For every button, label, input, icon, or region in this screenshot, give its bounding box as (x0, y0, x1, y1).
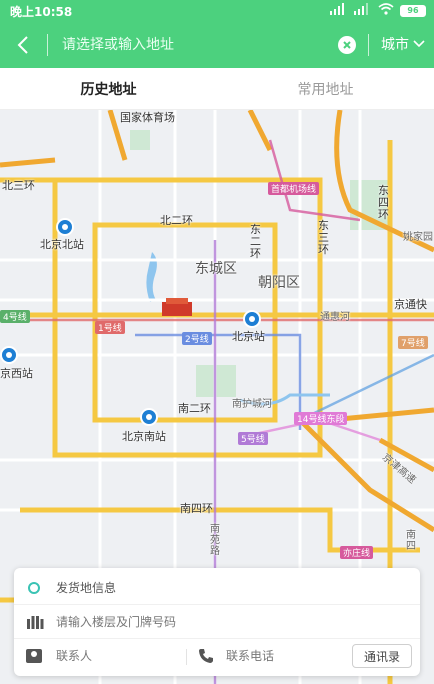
map-label-line-5: 5号线 (238, 432, 268, 445)
search-input[interactable] (62, 32, 332, 58)
wifi-icon (378, 3, 394, 18)
station-icon[interactable] (0, 346, 18, 364)
map-label-line-4: 4号线 (0, 310, 30, 323)
origin-label: 发货地信息 (56, 581, 117, 595)
map-label-north-2nd-ring: 北二环 (160, 214, 193, 227)
shipment-info-card: 发货地信息 通讯录 (14, 568, 420, 676)
map-label-beijing-station: 北京站 (232, 330, 265, 343)
contacts-button[interactable]: 通讯录 (352, 644, 412, 668)
map-label-east-3rd-ring: 东三环 (318, 219, 329, 256)
floor-input[interactable] (56, 614, 356, 629)
row-divider (186, 649, 187, 665)
contact-row: 通讯录 (14, 639, 420, 673)
map-label-line-2: 2号线 (182, 332, 212, 345)
station-icon[interactable] (243, 310, 261, 328)
map-label-beijing-north-station: 北京北站 (40, 238, 84, 251)
tab-frequent[interactable]: 常用地址 (217, 68, 434, 109)
clear-button[interactable] (338, 36, 356, 54)
contact-icon (26, 649, 42, 663)
map-label-line-1: 1号线 (95, 321, 125, 334)
signal-icon-2 (354, 3, 372, 18)
map-label-beijing-south-station: 北京南站 (122, 430, 166, 443)
map-label-east-4th-ring: 东四环 (378, 184, 389, 221)
floor-row (14, 605, 420, 639)
map-label-tonghui-river: 通惠河 (320, 312, 350, 323)
map-label-south-4th-ring: 南四环 (180, 502, 213, 515)
map-label-north-3rd-ring: 北三环 (2, 179, 35, 192)
phone-input[interactable] (226, 649, 356, 663)
battery-icon: 96 (400, 4, 426, 17)
map-label-east-2nd-ring: 东二环 (250, 223, 261, 260)
tab-history[interactable]: 历史地址 (0, 68, 217, 109)
search-header: 城市 (0, 22, 434, 68)
station-icon[interactable] (140, 408, 158, 426)
address-tabs: 历史地址 常用地址 (0, 68, 434, 110)
status-icons: 96 (330, 3, 426, 18)
tiananmen-roof (166, 298, 188, 304)
close-icon (343, 41, 351, 49)
station-icon[interactable] (56, 218, 74, 236)
origin-marker-icon (28, 581, 40, 594)
phone-icon (199, 649, 213, 663)
map-label-airport-line: 首都机场线 (268, 182, 320, 195)
map-label-south-4th-road: 南四 (406, 530, 416, 552)
building-icon (27, 615, 44, 629)
map-label-stadium: 国家体育场 (120, 111, 175, 124)
map-label-line-14: 14号线东段 (294, 412, 348, 425)
map-label-line-7: 7号线 (398, 336, 428, 349)
city-selector[interactable]: 城市 (381, 34, 425, 54)
map-label-nanhucheng-river: 南护城河 (232, 399, 272, 410)
chevron-left-icon (17, 36, 28, 54)
park-area (130, 130, 150, 150)
map-label-chaoyang: 朝阳区 (258, 275, 300, 291)
map-label-yizhuang-line: 亦庄线 (340, 546, 374, 559)
map-label-beijing-west-station: 京西站 (0, 367, 33, 380)
map-label-jingtong-express: 京通快 (394, 298, 427, 311)
city-label: 城市 (381, 37, 409, 53)
status-time: 晚上10:58 (10, 5, 73, 19)
back-button[interactable] (12, 32, 36, 58)
status-bar: 晚上10:58 96 (0, 0, 434, 22)
header-divider (368, 34, 369, 56)
chevron-down-icon (413, 40, 425, 48)
contact-input[interactable] (56, 649, 176, 663)
signal-icon (330, 3, 348, 18)
tiananmen-icon (162, 302, 192, 316)
map-label-south-central-road: 南苑路 (210, 524, 220, 557)
origin-row[interactable]: 发货地信息 (14, 571, 420, 605)
map-label-south-2nd-ring: 南二环 (178, 402, 211, 415)
map-label-dongcheng: 东城区 (195, 261, 237, 277)
map-label-yaojia-road: 姚家园 (403, 232, 433, 243)
header-divider (47, 34, 48, 56)
